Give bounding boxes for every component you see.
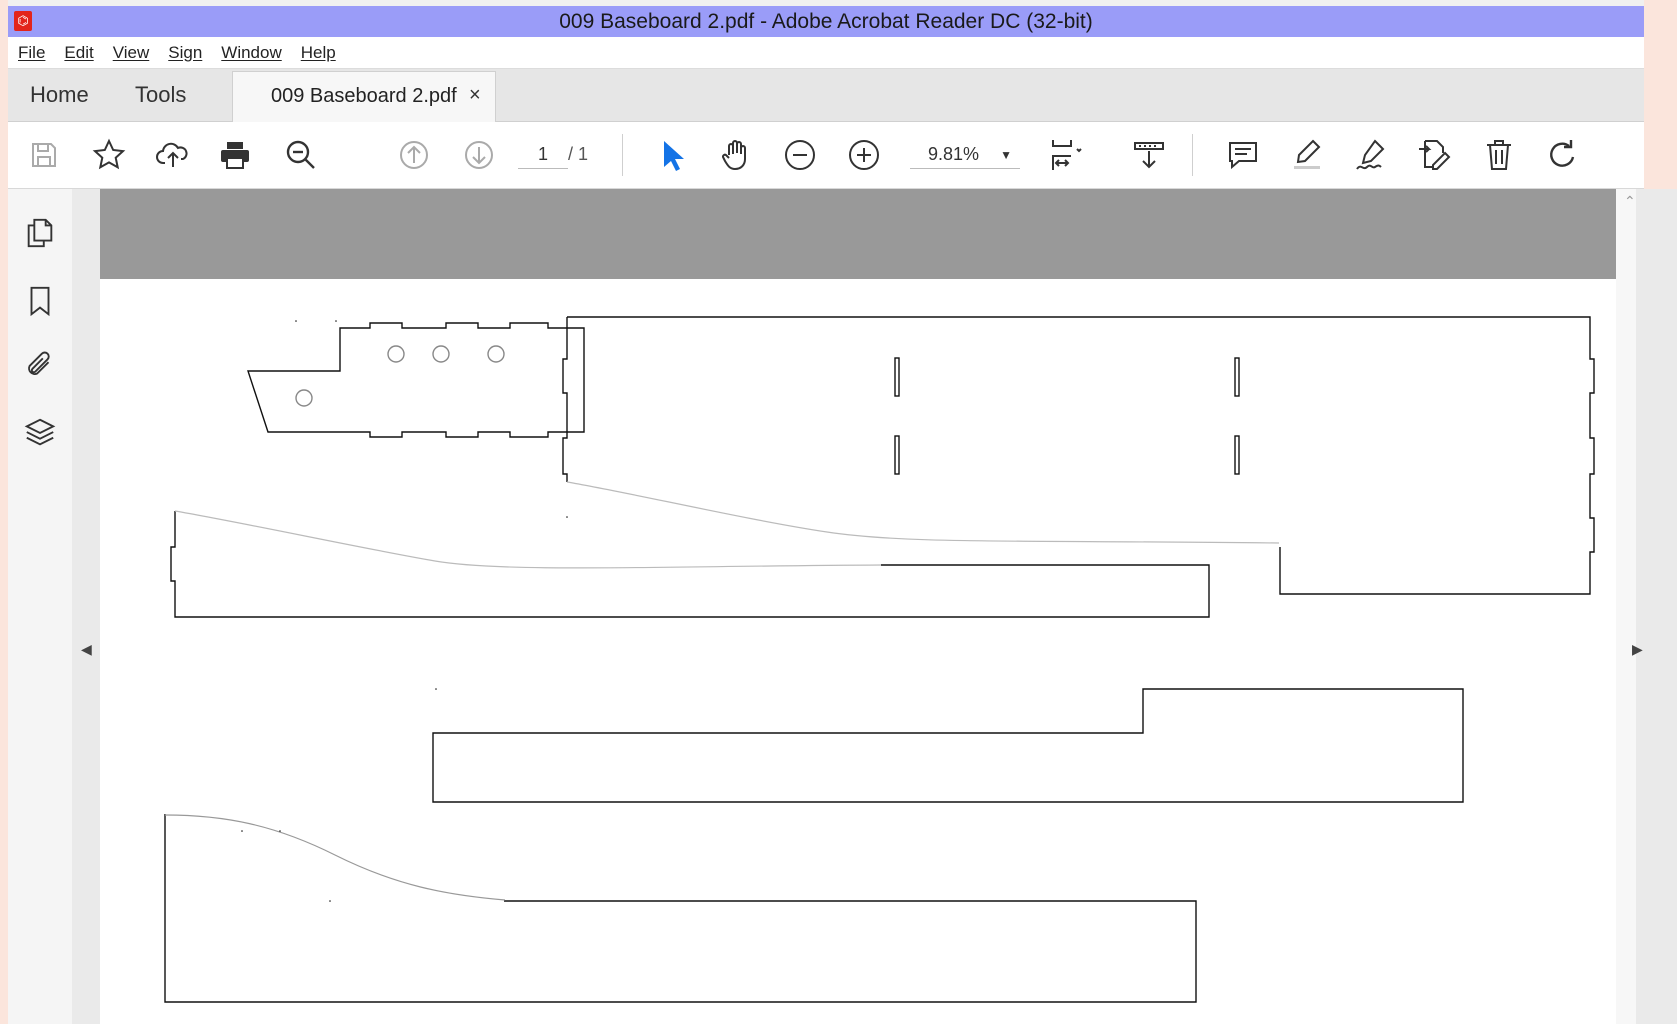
pages-icon[interactable]: [22, 213, 58, 253]
select-cursor-icon[interactable]: [651, 134, 693, 176]
menu-sign[interactable]: Sign: [168, 43, 202, 63]
highlight-icon[interactable]: [1286, 134, 1328, 176]
tab-tools[interactable]: Tools: [135, 82, 186, 108]
right-panel-strip: [1636, 189, 1677, 1024]
left-navigation-rail: [8, 189, 73, 1024]
attachment-icon[interactable]: [22, 345, 58, 385]
upload-icon[interactable]: [152, 134, 194, 176]
search-icon[interactable]: [280, 134, 322, 176]
pdf-page-drawing: [100, 279, 1616, 1024]
acrobat-window: ⌬ 009 Baseboard 2.pdf - Adobe Acrobat Re…: [8, 0, 1644, 1024]
zoom-out-icon[interactable]: [779, 134, 821, 176]
page-number-input[interactable]: 1: [518, 144, 568, 169]
layers-icon[interactable]: [22, 413, 58, 453]
scroll-up-icon[interactable]: ⌃: [1624, 193, 1636, 210]
scroll-mode-icon[interactable]: [1128, 134, 1170, 176]
page-total: / 1: [568, 144, 589, 164]
document-viewport[interactable]: [100, 189, 1616, 1024]
menu-view[interactable]: View: [113, 43, 150, 63]
chevron-right-icon[interactable]: ▶: [1632, 641, 1643, 658]
toolbar-divider: [622, 134, 623, 176]
tab-bar: Home Tools 009 Baseboard 2.pdf ×: [8, 69, 1644, 122]
left-panel-toggle[interactable]: ◀: [72, 189, 100, 1024]
title-bar: ⌬ 009 Baseboard 2.pdf - Adobe Acrobat Re…: [8, 6, 1644, 37]
fit-page-icon[interactable]: [1044, 134, 1086, 176]
zoom-level-dropdown[interactable]: 9.81% ▼: [910, 144, 1020, 169]
menu-help[interactable]: Help: [301, 43, 336, 63]
document-tab-label: 009 Baseboard 2.pdf: [271, 85, 457, 107]
star-icon[interactable]: [88, 134, 130, 176]
bookmark-icon[interactable]: [22, 281, 58, 321]
page-up-icon[interactable]: [393, 134, 435, 176]
toolbar: 1 / 1 9.81% ▼: [8, 122, 1644, 189]
window-title: 009 Baseboard 2.pdf - Adobe Acrobat Read…: [559, 9, 1093, 33]
tab-document[interactable]: 009 Baseboard 2.pdf ×: [232, 71, 496, 122]
menu-window[interactable]: Window: [221, 43, 281, 63]
print-icon[interactable]: [214, 134, 256, 176]
zoom-in-icon[interactable]: [843, 134, 885, 176]
edit-pdf-icon[interactable]: [1414, 134, 1456, 176]
chevron-down-icon: ▼: [1000, 148, 1012, 162]
menu-edit[interactable]: Edit: [64, 43, 93, 63]
tab-home[interactable]: Home: [30, 82, 89, 108]
chevron-left-icon: ◀: [81, 641, 92, 657]
menu-file[interactable]: File: [18, 43, 45, 63]
sign-icon[interactable]: [1350, 134, 1392, 176]
zoom-level-value: 9.81%: [928, 144, 980, 164]
save-icon[interactable]: [23, 134, 65, 176]
delete-icon[interactable]: [1478, 134, 1520, 176]
hand-icon[interactable]: [715, 134, 757, 176]
close-tab-icon[interactable]: ×: [469, 84, 481, 107]
rotate-icon[interactable]: [1542, 134, 1584, 176]
toolbar-divider: [1192, 134, 1193, 176]
page-down-icon[interactable]: [458, 134, 500, 176]
menu-bar: File Edit View Sign Window Help: [8, 37, 1644, 69]
comment-icon[interactable]: [1222, 134, 1264, 176]
